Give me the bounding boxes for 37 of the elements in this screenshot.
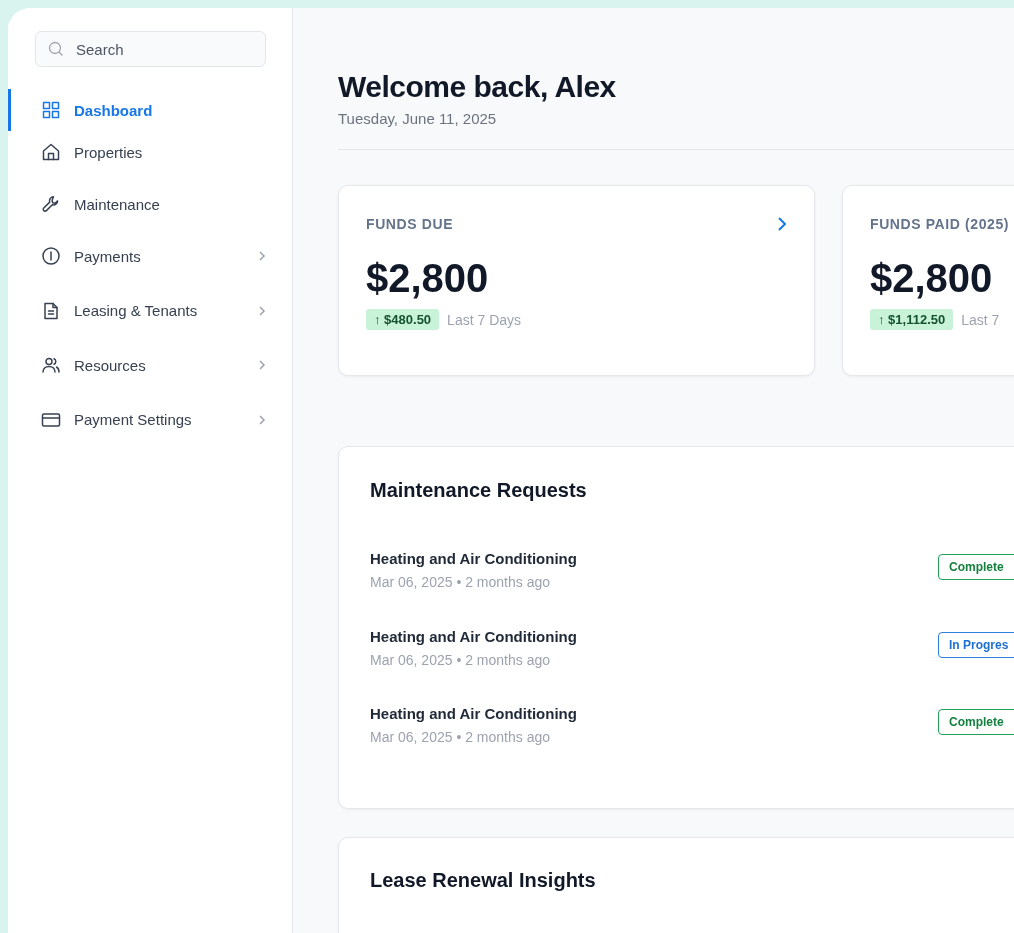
period-text: Last 7 Days xyxy=(447,311,522,328)
period-text: Last 7 xyxy=(961,311,1000,328)
request-title: Heating and Air Conditioning xyxy=(370,627,578,645)
request-title: Heating and Air Conditioning xyxy=(370,705,578,722)
request-date: Mar 06, 2025 • 2 months ago xyxy=(370,651,551,668)
document-icon xyxy=(41,300,61,321)
grid-icon xyxy=(41,100,61,120)
chevron-right-icon[interactable] xyxy=(777,216,787,232)
sidebar-item[interactable]: Resources xyxy=(8,344,266,386)
change-badge: ↑ $1,112.50 xyxy=(870,309,954,330)
card-title: Lease Renewal Insights xyxy=(370,869,597,892)
sidebar-item[interactable]: Dashboard xyxy=(8,89,266,131)
search-field[interactable]: Search xyxy=(35,31,266,67)
stat-amount: $2,800 xyxy=(870,256,994,301)
page-title: Welcome back, Alex xyxy=(338,70,617,104)
status-badge: Complete xyxy=(938,554,1014,580)
request-date: Mar 06, 2025 • 2 months ago xyxy=(370,729,551,745)
house-icon xyxy=(41,142,61,162)
request-date: Mar 06, 2025 • 2 months ago xyxy=(370,574,551,590)
change-badge: ↑ $480.50 xyxy=(366,309,440,330)
wrench-icon xyxy=(41,194,61,214)
search-icon xyxy=(48,41,64,57)
sidebar-item[interactable]: Maintenance xyxy=(8,183,266,225)
info-circle-icon xyxy=(41,246,61,266)
stat-label: FUNDS DUE xyxy=(366,216,454,232)
sidebar-item[interactable]: Payments xyxy=(8,235,266,277)
sidebar-item[interactable]: Payment Settings xyxy=(8,398,266,441)
status-badge: In Progres xyxy=(938,631,1014,658)
status-badge: Complete xyxy=(938,709,1014,735)
card-title: Maintenance Requests xyxy=(370,479,588,502)
sidebar-item[interactable]: Properties xyxy=(8,131,266,173)
sidebar-item[interactable]: Leasing & Tenants xyxy=(8,289,266,332)
request-title: Heating and Air Conditioning xyxy=(370,550,578,567)
stat-amount: $2,800 xyxy=(366,256,490,301)
stat-label: FUNDS PAID (2025) xyxy=(870,216,1010,232)
users-icon xyxy=(41,355,61,375)
date-text: Tuesday, June 11, 2025 xyxy=(338,110,498,127)
